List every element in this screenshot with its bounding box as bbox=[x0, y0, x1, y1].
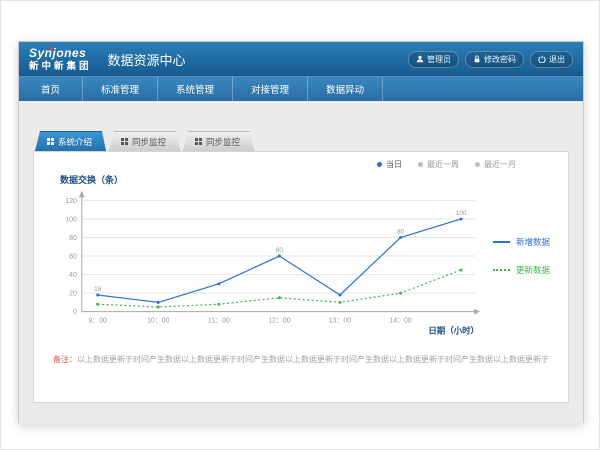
grid-icon bbox=[47, 138, 54, 145]
brand-name-cn: 新中新集团 bbox=[29, 62, 92, 72]
footnote-prefix: 备注： bbox=[53, 355, 77, 364]
filter-today[interactable]: 当日 bbox=[377, 159, 402, 170]
time-filter-group: 当日 最近一周 最近一月 bbox=[52, 158, 550, 170]
svg-text:12：00: 12：00 bbox=[268, 318, 291, 325]
legend-new-data: 新增数据 bbox=[493, 236, 550, 248]
chart-card: 当日 最近一周 最近一月 数据交换（条） 0 20 40 60 80 100 120 9：00… bbox=[33, 151, 569, 403]
svg-text:9：00: 9：00 bbox=[88, 318, 107, 325]
nav-item-data-change[interactable]: 数据异动 bbox=[308, 77, 383, 101]
brand-logo: Synjones 新中新集团 bbox=[29, 47, 92, 72]
svg-text:18: 18 bbox=[94, 286, 102, 293]
tab-sync-monitor-1[interactable]: 同步监控 bbox=[109, 131, 180, 151]
header-actions: 管理员 修改密码 退出 bbox=[408, 51, 573, 68]
svg-text:100: 100 bbox=[456, 210, 467, 217]
footnote-text: 以上数据更新于时间产生数据以上数据更新于时间产生数据以上数据更新于时间产生数据以… bbox=[77, 355, 549, 364]
admin-user-button[interactable]: 管理员 bbox=[408, 51, 459, 68]
solid-line-swatch-icon bbox=[493, 241, 510, 243]
radio-dot-icon bbox=[418, 162, 423, 167]
svg-text:0: 0 bbox=[73, 309, 77, 316]
legend-updated-data: 更新数据 bbox=[493, 264, 550, 276]
nav-item-label: 首页 bbox=[41, 82, 60, 96]
tab-system-intro[interactable]: 系统介绍 bbox=[35, 131, 106, 151]
svg-text:14：00: 14：00 bbox=[389, 318, 412, 325]
nav-item-system-mgmt[interactable]: 系统管理 bbox=[158, 77, 233, 101]
radio-dot-icon bbox=[475, 162, 480, 167]
tab-label: 同步监控 bbox=[132, 136, 166, 148]
dotted-line-swatch-icon bbox=[493, 269, 510, 271]
svg-text:40: 40 bbox=[69, 272, 77, 279]
line-chart: 0 20 40 60 80 100 120 9：00 10：00 11：00 12：00 13：00 1… bbox=[52, 188, 481, 338]
tab-bar: 系统介绍 同步监控 同步监控 bbox=[33, 131, 569, 151]
brand-red-dot-icon bbox=[50, 47, 53, 50]
svg-text:60: 60 bbox=[276, 247, 284, 254]
change-password-label: 修改密码 bbox=[484, 54, 516, 65]
lock-icon bbox=[473, 55, 481, 63]
change-password-button[interactable]: 修改密码 bbox=[465, 51, 524, 68]
svg-text:80: 80 bbox=[397, 229, 405, 236]
nav-item-connect-mgmt[interactable]: 对接管理 bbox=[233, 77, 308, 101]
nav-item-label: 对接管理 bbox=[251, 82, 289, 96]
svg-text:13：00: 13：00 bbox=[329, 318, 352, 325]
app-window: Synjones 新中新集团 数据资源中心 管理员 修改密码 退出 bbox=[18, 41, 584, 423]
series-legend: 新增数据 更新数据 bbox=[493, 236, 550, 276]
filter-label: 最近一周 bbox=[427, 159, 459, 170]
tab-label: 同步监控 bbox=[206, 136, 240, 148]
nav-item-standard-mgmt[interactable]: 标准管理 bbox=[83, 77, 158, 101]
svg-text:10：00: 10：00 bbox=[147, 318, 170, 325]
page-title: 数据资源中心 bbox=[108, 50, 186, 69]
nav-item-label: 标准管理 bbox=[101, 82, 139, 96]
user-icon bbox=[416, 55, 424, 63]
svg-text:20: 20 bbox=[69, 291, 77, 298]
chart-container: 0 20 40 60 80 100 120 9：00 10：00 11：00 12：00 13：00 1… bbox=[52, 188, 550, 338]
power-icon bbox=[538, 55, 546, 63]
admin-user-label: 管理员 bbox=[427, 54, 451, 65]
svg-text:100: 100 bbox=[65, 216, 77, 223]
svg-text:日期（小时）: 日期（小时） bbox=[428, 326, 479, 336]
nav-item-label: 系统管理 bbox=[176, 82, 214, 96]
logout-label: 退出 bbox=[549, 54, 565, 65]
logout-button[interactable]: 退出 bbox=[530, 51, 573, 68]
nav-item-label: 数据异动 bbox=[326, 82, 364, 96]
tab-sync-monitor-2[interactable]: 同步监控 bbox=[183, 131, 254, 151]
brand-name: Synjones bbox=[29, 47, 92, 59]
svg-text:11：00: 11：00 bbox=[208, 318, 230, 325]
grid-icon bbox=[121, 138, 128, 145]
series-label: 新增数据 bbox=[516, 236, 550, 248]
tab-label: 系统介绍 bbox=[58, 136, 92, 148]
chart-y-axis-title: 数据交换（条） bbox=[60, 173, 550, 186]
svg-text:120: 120 bbox=[65, 198, 77, 205]
svg-text:80: 80 bbox=[69, 235, 77, 242]
filter-label: 当日 bbox=[386, 159, 402, 170]
nav-item-home[interactable]: 首页 bbox=[19, 77, 83, 101]
content-area: 系统介绍 同步监控 同步监控 当日 bbox=[19, 101, 583, 424]
svg-text:60: 60 bbox=[69, 254, 77, 261]
filter-last-week[interactable]: 最近一周 bbox=[418, 159, 459, 170]
grid-icon bbox=[195, 138, 202, 145]
filter-label: 最近一月 bbox=[484, 159, 516, 170]
top-header-bar: Synjones 新中新集团 数据资源中心 管理员 修改密码 退出 bbox=[19, 42, 583, 76]
filter-last-month[interactable]: 最近一月 bbox=[475, 159, 516, 170]
radio-dot-icon bbox=[377, 162, 382, 167]
page: Synjones 新中新集团 数据资源中心 管理员 修改密码 退出 bbox=[0, 0, 600, 450]
series-label: 更新数据 bbox=[516, 264, 550, 276]
main-nav: 首页 标准管理 系统管理 对接管理 数据异动 bbox=[19, 76, 583, 101]
footnote: 备注：以上数据更新于时间产生数据以上数据更新于时间产生数据以上数据更新于时间产生… bbox=[52, 354, 550, 365]
